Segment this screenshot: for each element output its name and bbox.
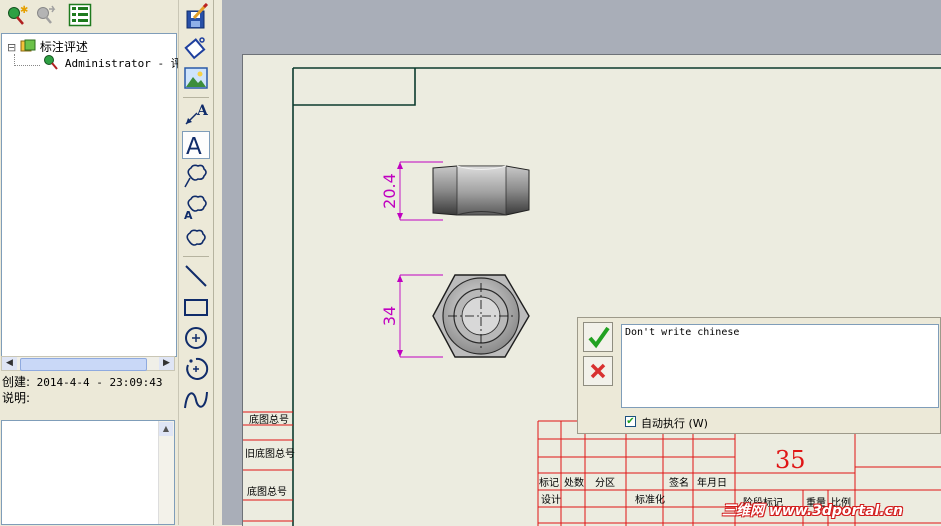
accept-button[interactable] bbox=[583, 322, 613, 352]
nut-side-view bbox=[432, 165, 530, 216]
cloud-leader-icon[interactable] bbox=[182, 162, 210, 190]
material-label: 35 bbox=[775, 446, 806, 474]
tree-item-label: Administrator - 评述 bbox=[64, 57, 193, 70]
comment-folder-icon bbox=[20, 39, 36, 52]
text-tool-icon[interactable]: A bbox=[182, 131, 210, 160]
reply-comment-icon[interactable] bbox=[34, 3, 58, 27]
cloud-icon[interactable] bbox=[182, 224, 210, 252]
top-toolbar: ✱ bbox=[0, 0, 178, 32]
comment-tree[interactable]: ⊟ 标注评述 Administrator - 评述 bbox=[1, 33, 193, 357]
strip-label-2: 旧底图总号 bbox=[245, 447, 295, 460]
cancel-button[interactable] bbox=[583, 356, 613, 386]
checkbox-check-icon[interactable]: ✔ bbox=[625, 416, 636, 427]
insert-image-icon[interactable] bbox=[182, 64, 210, 92]
line-tool-icon[interactable] bbox=[182, 262, 210, 290]
circle-tool-icon[interactable] bbox=[182, 324, 210, 352]
spline-tool-icon[interactable] bbox=[182, 386, 210, 414]
list-view-icon[interactable] bbox=[68, 3, 92, 27]
scroll-right-icon[interactable]: ▶ bbox=[159, 357, 174, 370]
created-value: 2014-4-4 - 23:09:43 bbox=[36, 376, 163, 389]
watermark-logo: 三维网 www.3dportal.cn bbox=[722, 503, 903, 519]
leader-note-icon[interactable]: A bbox=[182, 100, 210, 128]
save-markup-icon[interactable] bbox=[182, 2, 210, 31]
description-label: 说明: bbox=[2, 391, 31, 405]
markup-toolbar: A A A bbox=[178, 0, 214, 525]
description-scrollbar[interactable]: ▲ bbox=[158, 421, 174, 524]
tb-cell-date: 年月日 bbox=[697, 476, 727, 489]
side-title-strip bbox=[243, 411, 293, 522]
tb-cell-design: 设计 bbox=[541, 493, 561, 506]
tb-cell-zone: 分区 bbox=[595, 477, 615, 489]
tb-cell-sign: 签名 bbox=[669, 476, 689, 489]
drawing-viewport[interactable]: 20.4 34 底图总号 旧底图总号 底图总号 35 标记 处数 分区 签名 年… bbox=[222, 0, 941, 526]
drawing-content: 20.4 34 底图总号 旧底图总号 底图总号 35 标记 处数 分区 签名 年… bbox=[243, 67, 941, 526]
rectangle-tool-icon[interactable] bbox=[182, 293, 210, 321]
expand-toggle-icon[interactable]: ⊟ bbox=[7, 41, 16, 54]
tb-cell-mark: 标记 bbox=[539, 477, 559, 489]
auto-wrap-hotkey: (W) bbox=[688, 417, 708, 430]
toolbar-separator bbox=[183, 97, 209, 98]
svg-text:✱: ✱ bbox=[20, 5, 28, 16]
description-box[interactable]: ▲ bbox=[1, 420, 175, 525]
strip-label-3: 底图总号 bbox=[247, 485, 287, 498]
nut-top-view bbox=[432, 274, 530, 358]
svg-text:A: A bbox=[196, 103, 209, 119]
tree-root[interactable]: ⊟ 标注评述 bbox=[7, 38, 88, 55]
stamp-tool-icon[interactable] bbox=[182, 33, 210, 61]
tb-cell-standard: 标准化 bbox=[635, 493, 665, 506]
scroll-left-icon[interactable]: ◀ bbox=[2, 357, 17, 370]
tree-connector bbox=[14, 65, 40, 67]
created-info: 创建: 2014-4-4 - 23:09:43 bbox=[2, 373, 163, 390]
drawing-sheet[interactable]: 20.4 34 底图总号 旧底图总号 底图总号 35 标记 处数 分区 签名 年… bbox=[242, 54, 941, 526]
toolbar-separator bbox=[183, 256, 209, 257]
left-panel: ✱ ⊟ 标注评述 Administrator - 评述 ◀ ▶ 创建: 2014… bbox=[0, 0, 193, 525]
tb-cell-count: 处数 bbox=[564, 476, 584, 489]
tree-root-label: 标注评述 bbox=[39, 40, 88, 54]
comment-pin-icon bbox=[44, 55, 58, 70]
auto-wrap-label: 自动执行 bbox=[641, 417, 685, 430]
svg-text:A: A bbox=[186, 134, 202, 158]
dimension-label-top: 20.4 bbox=[380, 173, 399, 209]
scroll-up-icon[interactable]: ▲ bbox=[159, 422, 173, 436]
tree-item-administrator[interactable]: Administrator - 评述 bbox=[43, 54, 193, 71]
scroll-thumb[interactable] bbox=[20, 358, 147, 371]
comment-popup[interactable]: Don't write chinese ✔ 自动执行 (W) bbox=[577, 317, 941, 434]
arc-tool-icon[interactable] bbox=[182, 355, 210, 383]
created-label: 创建: bbox=[2, 375, 31, 389]
svg-text:A: A bbox=[184, 209, 193, 221]
cloud-text-icon[interactable]: A bbox=[182, 193, 210, 222]
dimension-label-bottom: 34 bbox=[380, 306, 399, 326]
tree-horizontal-scrollbar[interactable]: ◀ ▶ bbox=[1, 356, 175, 371]
comment-textarea[interactable]: Don't write chinese bbox=[621, 324, 939, 408]
new-comment-icon[interactable]: ✱ bbox=[4, 3, 28, 27]
strip-label-1: 底图总号 bbox=[249, 413, 289, 426]
